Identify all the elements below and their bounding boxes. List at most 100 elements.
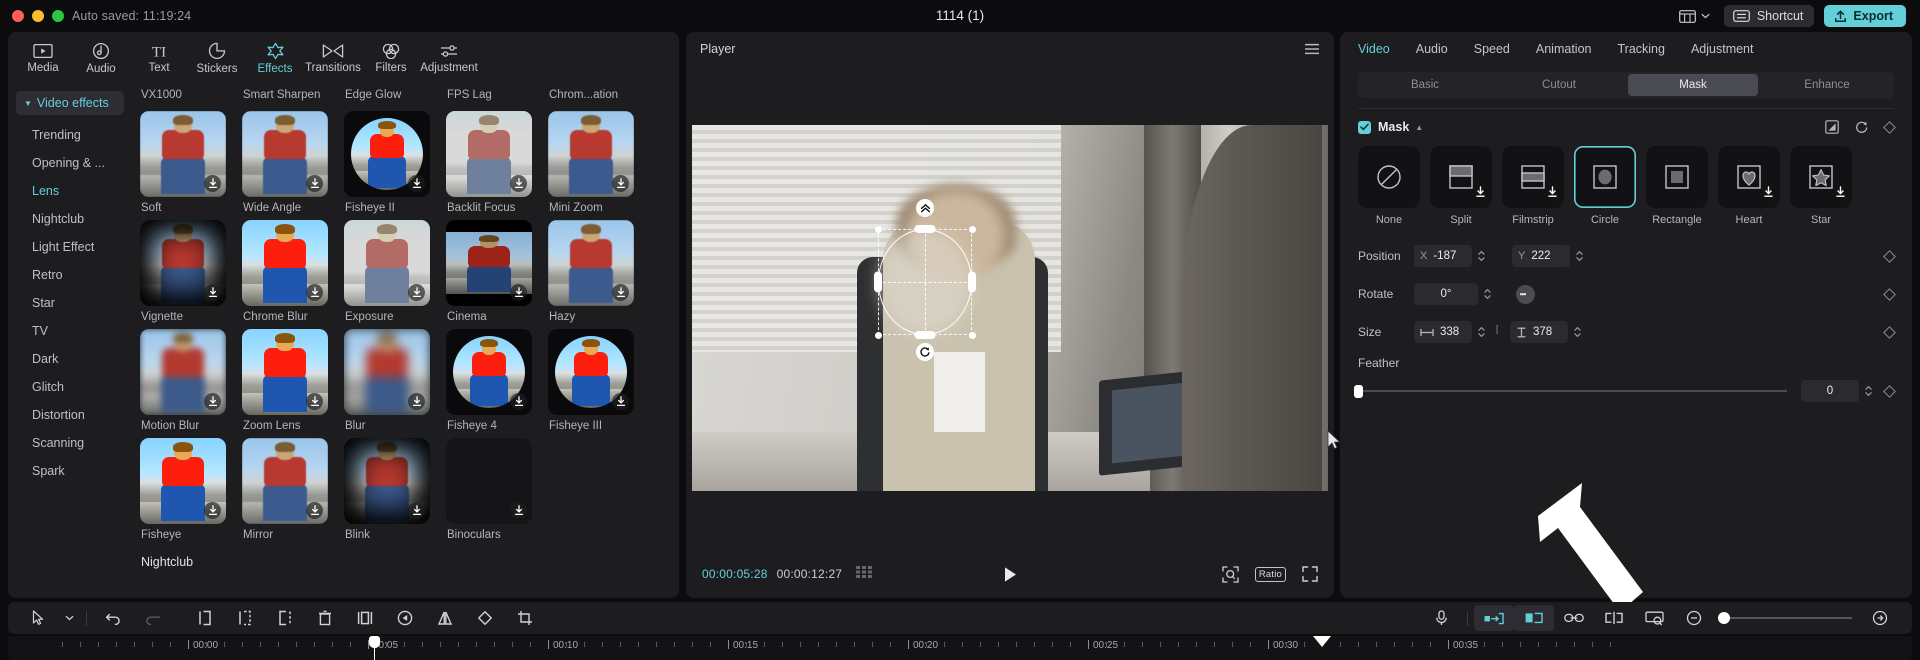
mask-handle-top[interactable]	[914, 225, 936, 233]
chevron-up-icon[interactable]: ▲	[1415, 123, 1423, 132]
sidebar-item-light-effect[interactable]: Light Effect	[8, 233, 132, 261]
download-icon[interactable]	[510, 502, 527, 519]
feather-stepper[interactable]	[1864, 385, 1873, 397]
tab-audio[interactable]: Audio	[1416, 42, 1448, 56]
redo-button[interactable]	[133, 605, 173, 631]
rotate-keyframe-icon[interactable]	[1883, 287, 1896, 301]
split-view-button[interactable]	[1594, 605, 1634, 631]
reset-icon[interactable]	[1855, 120, 1869, 134]
sidebar-item-star[interactable]: Star	[8, 289, 132, 317]
rotate-field[interactable]: 0°	[1414, 283, 1478, 305]
effect-thumbnail[interactable]	[242, 438, 328, 524]
sidebar-item-glitch[interactable]: Glitch	[8, 373, 132, 401]
split-button[interactable]	[185, 605, 225, 631]
effect-cell[interactable]: Motion Blur	[140, 329, 242, 438]
position-keyframe-icon[interactable]	[1883, 249, 1896, 263]
mask-shape-box[interactable]	[1790, 146, 1852, 208]
mask-enable-checkbox[interactable]	[1358, 120, 1371, 134]
segment-cutout[interactable]: Cutout	[1494, 74, 1624, 96]
delete-button[interactable]	[305, 605, 345, 631]
shortcut-button[interactable]: Shortcut	[1723, 5, 1815, 27]
download-icon[interactable]	[1547, 185, 1558, 203]
feather-value-field[interactable]: 0	[1801, 380, 1859, 402]
effect-thumbnail[interactable]	[446, 438, 532, 524]
rotate-dial[interactable]	[1516, 284, 1535, 304]
effect-thumbnail[interactable]	[548, 329, 634, 415]
mask-transform-overlay[interactable]	[874, 199, 976, 361]
sidebar-item-distortion[interactable]: Distortion	[8, 401, 132, 429]
mask-feather-handle[interactable]	[916, 199, 934, 217]
effect-cell[interactable]: Mirror	[242, 438, 344, 547]
effect-thumbnail[interactable]	[446, 329, 532, 415]
mask-shape-box[interactable]	[1502, 146, 1564, 208]
effect-cell[interactable]: Zoom Lens	[242, 329, 344, 438]
fullscreen-icon[interactable]	[1302, 566, 1318, 582]
download-icon[interactable]	[306, 175, 323, 192]
tab-speed[interactable]: Speed	[1474, 42, 1510, 56]
sidebar-item-opening[interactable]: Opening & ...	[8, 149, 132, 177]
segment-mask[interactable]: Mask	[1628, 74, 1758, 96]
effect-thumbnail[interactable]	[344, 329, 430, 415]
position-y-stepper[interactable]	[1575, 250, 1584, 262]
download-icon[interactable]	[408, 284, 425, 301]
mask-handle-right[interactable]	[968, 271, 976, 293]
download-icon[interactable]	[408, 393, 425, 410]
effect-thumbnail[interactable]	[446, 111, 532, 197]
rotate-button[interactable]	[465, 605, 505, 631]
sidebar-item-trending[interactable]: Trending	[8, 121, 132, 149]
sidebar-item-lens[interactable]: Lens	[8, 177, 132, 205]
toolbar-item-filters[interactable]: Filters	[362, 43, 420, 74]
download-icon[interactable]	[204, 502, 221, 519]
tab-tracking[interactable]: Tracking	[1617, 42, 1664, 56]
mask-handle-left[interactable]	[874, 271, 882, 293]
effect-thumbnail[interactable]	[344, 438, 430, 524]
mask-shape-box[interactable]	[1718, 146, 1780, 208]
mask-handle-bottom-right[interactable]	[968, 331, 976, 339]
toolbar-item-effects[interactable]: Effects	[246, 42, 304, 75]
download-icon[interactable]	[612, 175, 629, 192]
effect-cell[interactable]: Mini Zoom	[548, 111, 650, 220]
size-width-field[interactable]: 338	[1414, 321, 1472, 343]
effect-cell[interactable]: Backlit Focus	[446, 111, 548, 220]
timeline-zoom-thumb[interactable]	[1718, 612, 1730, 624]
fit-button[interactable]	[1860, 605, 1900, 631]
mirror-button[interactable]	[425, 605, 465, 631]
download-icon[interactable]	[204, 393, 221, 410]
effect-cell[interactable]: Fisheye 4	[446, 329, 548, 438]
effect-cell[interactable]: Fisheye	[140, 438, 242, 547]
effect-thumbnail[interactable]	[344, 111, 430, 197]
download-icon[interactable]	[510, 284, 527, 301]
invert-mask-icon[interactable]	[1825, 120, 1839, 134]
feather-keyframe-icon[interactable]	[1883, 384, 1896, 398]
mask-shape-filmstrip[interactable]: Filmstrip	[1502, 146, 1564, 226]
timeline-ruler[interactable]: 00:0000:0500:1000:1500:2000:2500:3000:35	[8, 636, 1912, 660]
effect-cell[interactable]: Blur	[344, 329, 446, 438]
trim-left-button[interactable]	[225, 605, 265, 631]
effect-thumbnail[interactable]	[140, 329, 226, 415]
sidebar-item-tv[interactable]: TV	[8, 317, 132, 345]
rotate-stepper[interactable]	[1483, 288, 1492, 300]
effect-cell[interactable]: Cinema	[446, 220, 548, 329]
position-y-field[interactable]: Y 222	[1512, 245, 1570, 267]
tab-animation[interactable]: Animation	[1536, 42, 1592, 56]
sidebar-item-spark[interactable]: Spark	[8, 457, 132, 485]
download-icon[interactable]	[612, 393, 629, 410]
select-tool-button[interactable]	[18, 605, 58, 631]
effect-thumbnail[interactable]	[548, 220, 634, 306]
effect-cell[interactable]: Fisheye II	[344, 111, 446, 220]
download-icon[interactable]	[204, 175, 221, 192]
mask-handle-top-left[interactable]	[874, 225, 882, 233]
download-icon[interactable]	[510, 393, 527, 410]
thumbnail-button[interactable]	[1634, 605, 1674, 631]
mask-rotate-handle[interactable]	[916, 343, 934, 361]
select-tool-dropdown[interactable]	[58, 605, 80, 631]
export-button[interactable]: Export	[1824, 5, 1906, 27]
voiceover-button[interactable]	[1421, 605, 1461, 631]
effect-thumbnail[interactable]	[548, 111, 634, 197]
toolbar-item-media[interactable]: Media	[14, 43, 72, 74]
effect-cell[interactable]: Binoculars	[446, 438, 548, 547]
timeline-end-marker[interactable]	[1313, 636, 1331, 647]
mask-shape-circle[interactable]: Circle	[1574, 146, 1636, 226]
play-icon[interactable]	[1003, 566, 1018, 583]
feather-slider[interactable]	[1354, 385, 1787, 398]
